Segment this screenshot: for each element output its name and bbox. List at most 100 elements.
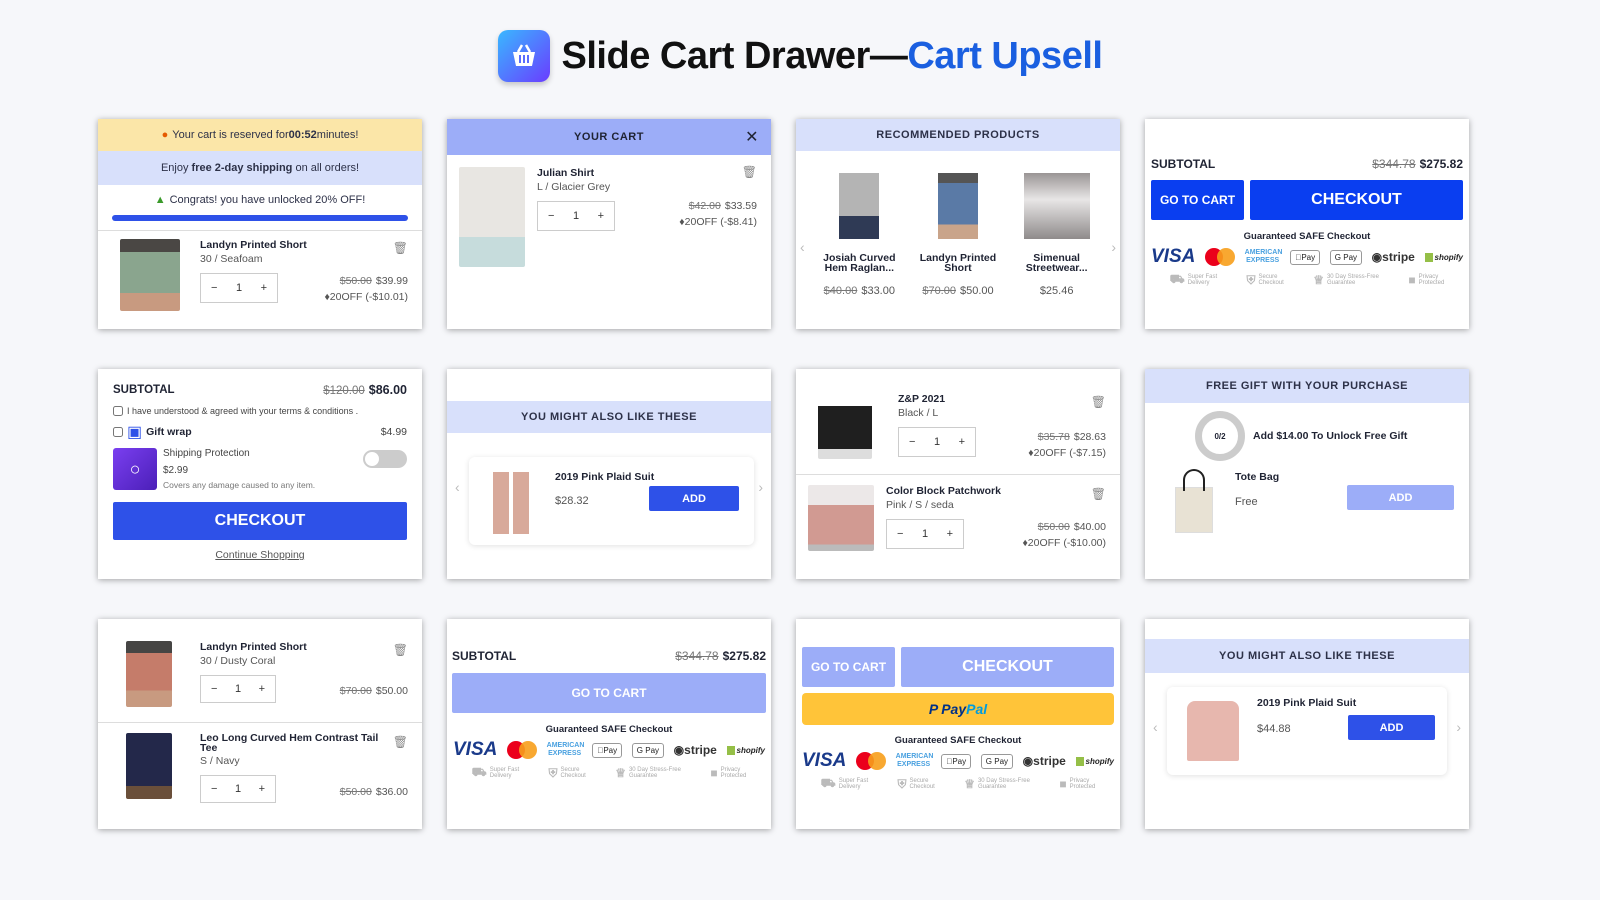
subtotal-label: SUBTOTAL	[1151, 157, 1216, 171]
increase-button[interactable]: +	[598, 210, 604, 222]
quantity-stepper[interactable]: − 1 +	[200, 775, 276, 803]
shopify-icon: shopify	[1075, 756, 1114, 766]
checkout-button[interactable]: CHECKOUT	[1250, 180, 1463, 220]
product-price: $44.88	[1257, 723, 1291, 735]
increase-button[interactable]: +	[959, 436, 965, 448]
decrease-button[interactable]: −	[211, 783, 217, 795]
gift-progress-row: 0/2 Add $14.00 To Unlock Free Gift	[1145, 403, 1469, 461]
chevron-left-icon[interactable]: ‹	[455, 479, 460, 495]
go-to-cart-button[interactable]: GO TO CART	[1151, 180, 1244, 220]
product-variant: 30 / Seafoam	[200, 253, 263, 265]
fire-icon: ●	[161, 129, 169, 141]
chevron-right-icon[interactable]: ›	[1111, 239, 1116, 255]
section-title: FREE GIFT WITH YOUR PURCHASE	[1145, 369, 1469, 403]
trash-icon[interactable]: 🗑	[1091, 395, 1106, 409]
privacy-badge: ■ Privacy Protected	[710, 766, 747, 780]
increase-button[interactable]: +	[259, 683, 265, 695]
increase-button[interactable]: +	[947, 528, 953, 540]
go-to-cart-button[interactable]: GO TO CART	[452, 673, 766, 713]
gift-item: Tote Bag Free ADD	[1145, 469, 1469, 549]
quantity-value[interactable]: 1	[235, 683, 241, 695]
decrease-button[interactable]: −	[211, 282, 217, 294]
quantity-stepper[interactable]: − 1 +	[898, 427, 976, 457]
trash-icon[interactable]: 🗑	[393, 241, 408, 255]
sale-price: $50.00	[375, 685, 408, 697]
amex-icon: AMERICAN EXPRESS	[546, 742, 585, 757]
quantity-stepper[interactable]: − 1 +	[886, 519, 964, 549]
product-image	[937, 173, 978, 239]
decrease-button[interactable]: −	[897, 528, 903, 540]
product-price: $28.32	[555, 495, 589, 507]
go-to-cart-button[interactable]: GO TO CART	[802, 647, 895, 687]
product-name: Landyn Printed Short	[919, 252, 997, 274]
product-variant: L / Glacier Grey	[537, 181, 611, 193]
protection-lock-icon: ○	[113, 448, 157, 490]
terms-label: I have understood & agreed with your ter…	[127, 406, 359, 416]
apple-pay-icon: Pay	[1290, 249, 1321, 265]
product-variant: S / Navy	[200, 755, 240, 767]
continue-shopping-link[interactable]: Continue Shopping	[98, 549, 422, 561]
close-icon[interactable]: ✕	[745, 127, 759, 147]
recommended-product[interactable]: Simenual Streetwear... $25.46	[1009, 173, 1104, 297]
add-button[interactable]: ADD	[1348, 715, 1435, 740]
safe-checkout-label: Guaranteed SAFE Checkout	[894, 735, 1022, 746]
checkout-button[interactable]: CHECKOUT	[113, 502, 407, 540]
recommended-product[interactable]: Josiah Curved Hem Raglan... $40.00 $33.00	[812, 173, 907, 297]
quantity-value[interactable]: 1	[922, 528, 928, 540]
sale-price: $28.63	[1073, 431, 1106, 443]
chevron-left-icon[interactable]: ‹	[1153, 719, 1158, 735]
secure-badge: ⛨ Secure Checkout	[897, 776, 935, 791]
terms-checkbox[interactable]	[113, 406, 123, 416]
decrease-button[interactable]: −	[548, 210, 554, 222]
quantity-value[interactable]: 1	[236, 282, 242, 294]
card-subtotal-go-to-cart: SUBTOTAL $344.78 $275.82 GO TO CART Guaran…	[447, 619, 771, 829]
quantity-value[interactable]: 1	[235, 783, 241, 795]
quantity-stepper[interactable]: − 1 +	[200, 273, 278, 303]
original-price: $40.00	[823, 285, 858, 297]
product-name: 2019 Pink Plaid Suit	[555, 471, 655, 483]
cart-item: Landyn Printed Short 30 / Seafoam −1 + 🗑 …	[98, 231, 422, 319]
product-image	[808, 485, 874, 551]
card-checkout-buttons: SUBTOTAL $344.78 $275.82 GO TO CART CHECKO…	[1145, 119, 1469, 329]
product-variant: 30 / Dusty Coral	[200, 655, 276, 667]
product-variant: Black / L	[898, 407, 939, 419]
trash-icon[interactable]: 🗑	[1091, 487, 1106, 501]
product-name: Color Block Patchwork	[886, 485, 1001, 497]
protection-description: Covers any damage caused to any item.	[163, 480, 316, 490]
quantity-stepper[interactable]: − 1 +	[200, 675, 276, 703]
guarantee-badge: ♕ 30 Day Stress-Free Guarantee	[964, 777, 1030, 791]
quantity-value[interactable]: 1	[934, 436, 940, 448]
guarantee-badge: ♕ 30 Day Stress-Free Guarantee	[615, 766, 681, 780]
page-title: Slide Cart Drawer—Cart Upsell	[561, 34, 1103, 77]
card-your-cart: YOUR CART ✕ Julian Shirt L / Glacier Grey…	[447, 119, 771, 329]
guarantee-badge: ♕ 30 Day Stress-Free Guarantee	[1313, 273, 1379, 287]
visa-icon: VISA	[453, 739, 498, 760]
increase-button[interactable]: +	[259, 783, 265, 795]
trash-icon[interactable]: 🗑	[393, 643, 408, 657]
trash-icon[interactable]: 🗑	[742, 165, 757, 179]
checkout-button[interactable]: CHECKOUT	[901, 647, 1114, 687]
sale-price: $33.00	[861, 285, 895, 297]
add-button[interactable]: ADD	[649, 486, 739, 511]
increase-button[interactable]: +	[261, 282, 267, 294]
add-gift-button[interactable]: ADD	[1347, 485, 1454, 510]
chevron-right-icon[interactable]: ›	[1456, 719, 1461, 735]
quantity-value[interactable]: 1	[573, 210, 579, 222]
gift-wrap-checkbox[interactable]	[113, 427, 123, 437]
quantity-stepper[interactable]: − 1 +	[537, 201, 615, 231]
truck-icon: ⛟	[471, 765, 487, 779]
cart-item: Leo Long Curved Hem Contrast Tail Tee S …	[98, 723, 422, 811]
paypal-button[interactable]: P Pay Pal	[802, 693, 1114, 725]
product-image	[839, 173, 880, 239]
shield-icon: ⛨	[897, 776, 907, 791]
decrease-button[interactable]: −	[909, 436, 915, 448]
recommended-product[interactable]: Landyn Printed Short $70.00 $50.00	[910, 173, 1005, 297]
visa-icon: VISA	[802, 750, 847, 771]
protection-toggle[interactable]	[363, 450, 407, 468]
decrease-button[interactable]: −	[211, 683, 217, 695]
trash-icon[interactable]: 🗑	[393, 735, 408, 749]
trust-badges: ⛟ Super Fast Delivery ⛨ Secure Checkout ♕ 30 …	[447, 765, 771, 781]
chevron-left-icon[interactable]: ‹	[800, 239, 805, 255]
chevron-right-icon[interactable]: ›	[758, 479, 763, 495]
delivery-badge: ⛟ Super Fast Delivery	[1169, 272, 1218, 286]
